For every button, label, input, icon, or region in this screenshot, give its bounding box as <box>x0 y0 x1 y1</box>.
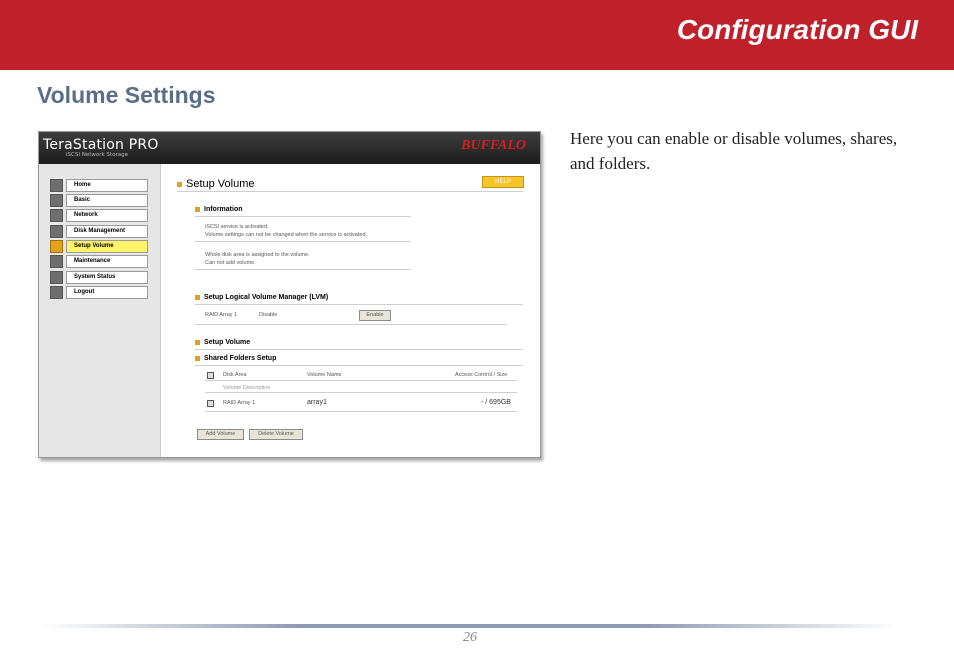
lvm-status: Disable <box>259 312 278 318</box>
setup-volume-title: Setup Volume <box>195 339 250 346</box>
divider <box>205 392 517 393</box>
basic-icon <box>50 194 63 207</box>
gui-screenshot: TeraStation PRO iSCSI Network Storage BU… <box>38 131 541 458</box>
sidebar-item-system-status[interactable]: System Status <box>50 271 148 284</box>
add-volume-button[interactable]: Add Volume <box>197 429 244 440</box>
column-header-disk: Disk Area <box>223 372 247 378</box>
sidebar-item-label: Home <box>66 179 148 192</box>
sidebar-item-setup-volume[interactable]: Setup Volume <box>50 240 148 253</box>
page-number: 26 <box>463 630 477 645</box>
sidebar-item-label: Basic <box>66 194 148 207</box>
sidebar-item-basic[interactable]: Basic <box>50 194 148 207</box>
description-text: Here you can enable or disable volumes, … <box>570 129 898 173</box>
divider <box>205 411 517 412</box>
info-line: Whole disk area is assigned to the volum… <box>205 252 310 258</box>
section-title: Volume Settings <box>37 82 216 108</box>
info-line: iSCSI service is activated. <box>205 224 269 230</box>
information-title: Information <box>195 206 243 213</box>
status-icon <box>50 271 63 284</box>
enable-button[interactable]: Enable <box>359 310 391 321</box>
header-banner: Configuration GUI <box>0 0 954 70</box>
shared-folders-title: Shared Folders Setup <box>195 355 276 362</box>
home-icon <box>50 179 63 192</box>
network-icon <box>50 209 63 222</box>
column-header-name: Volume Name <box>307 372 342 378</box>
bullet-icon <box>195 339 200 345</box>
divider <box>195 241 411 242</box>
sidebar-item-label: Maintenance <box>66 255 148 268</box>
divider <box>195 365 523 366</box>
divider <box>195 349 523 350</box>
volume-icon <box>50 240 63 253</box>
sidebar-item-network[interactable]: Network <box>50 209 148 222</box>
brand-name: TeraStation PRO <box>43 137 159 153</box>
sidebar-item-maintenance[interactable]: Maintenance <box>50 255 148 268</box>
footer-divider <box>40 624 900 628</box>
divider <box>195 216 411 217</box>
banner-title: Configuration GUI <box>676 14 918 45</box>
logout-icon <box>50 286 63 299</box>
brand-subtitle: iSCSI Network Storage <box>66 152 128 158</box>
main-content: Setup Volume HELP Information iSCSI serv… <box>161 164 540 457</box>
sidebar-item-label: Network <box>66 209 148 222</box>
sidebar-item-disk-management[interactable]: Disk Management <box>50 225 148 238</box>
bullet-icon <box>177 181 182 187</box>
divider <box>195 304 523 305</box>
screenshot-header: TeraStation PRO iSCSI Network Storage BU… <box>39 132 540 164</box>
sidebar: Home Basic Network Disk Management Setup… <box>39 164 161 457</box>
divider <box>195 324 507 325</box>
row-checkbox[interactable] <box>207 400 214 407</box>
info-line: Can not add volume. <box>205 260 256 266</box>
divider <box>177 191 523 192</box>
bullet-icon <box>195 206 200 212</box>
disk-icon <box>50 225 63 238</box>
column-header-access: Access Control / Size <box>455 372 508 378</box>
help-button[interactable]: HELP <box>482 176 524 188</box>
row-volume-name[interactable]: array1 <box>307 399 327 407</box>
row-disk-area: RAID Array 1 <box>223 400 256 406</box>
sidebar-item-home[interactable]: Home <box>50 179 148 192</box>
page-title: Setup Volume <box>177 178 255 190</box>
buffalo-logo: BUFFALO <box>461 138 526 153</box>
column-header-description: Volume Description <box>223 385 271 391</box>
sidebar-item-label: Logout <box>66 286 148 299</box>
info-line: Volume settings can not be changed when … <box>205 232 368 238</box>
sidebar-item-label: Setup Volume <box>66 240 148 253</box>
sidebar-item-label: System Status <box>66 271 148 284</box>
select-all-checkbox[interactable] <box>207 372 214 379</box>
bullet-icon <box>195 294 200 300</box>
maintenance-icon <box>50 255 63 268</box>
row-size: - / 695GB <box>481 399 511 406</box>
bullet-icon <box>195 355 200 361</box>
lvm-title: Setup Logical Volume Manager (LVM) <box>195 294 328 301</box>
divider <box>205 380 517 381</box>
lvm-array: RAID Array 1 <box>205 312 238 318</box>
delete-volume-button[interactable]: Delete Volume <box>249 429 303 440</box>
divider <box>195 269 411 270</box>
sidebar-item-label: Disk Management <box>66 225 148 238</box>
sidebar-item-logout[interactable]: Logout <box>50 286 148 299</box>
